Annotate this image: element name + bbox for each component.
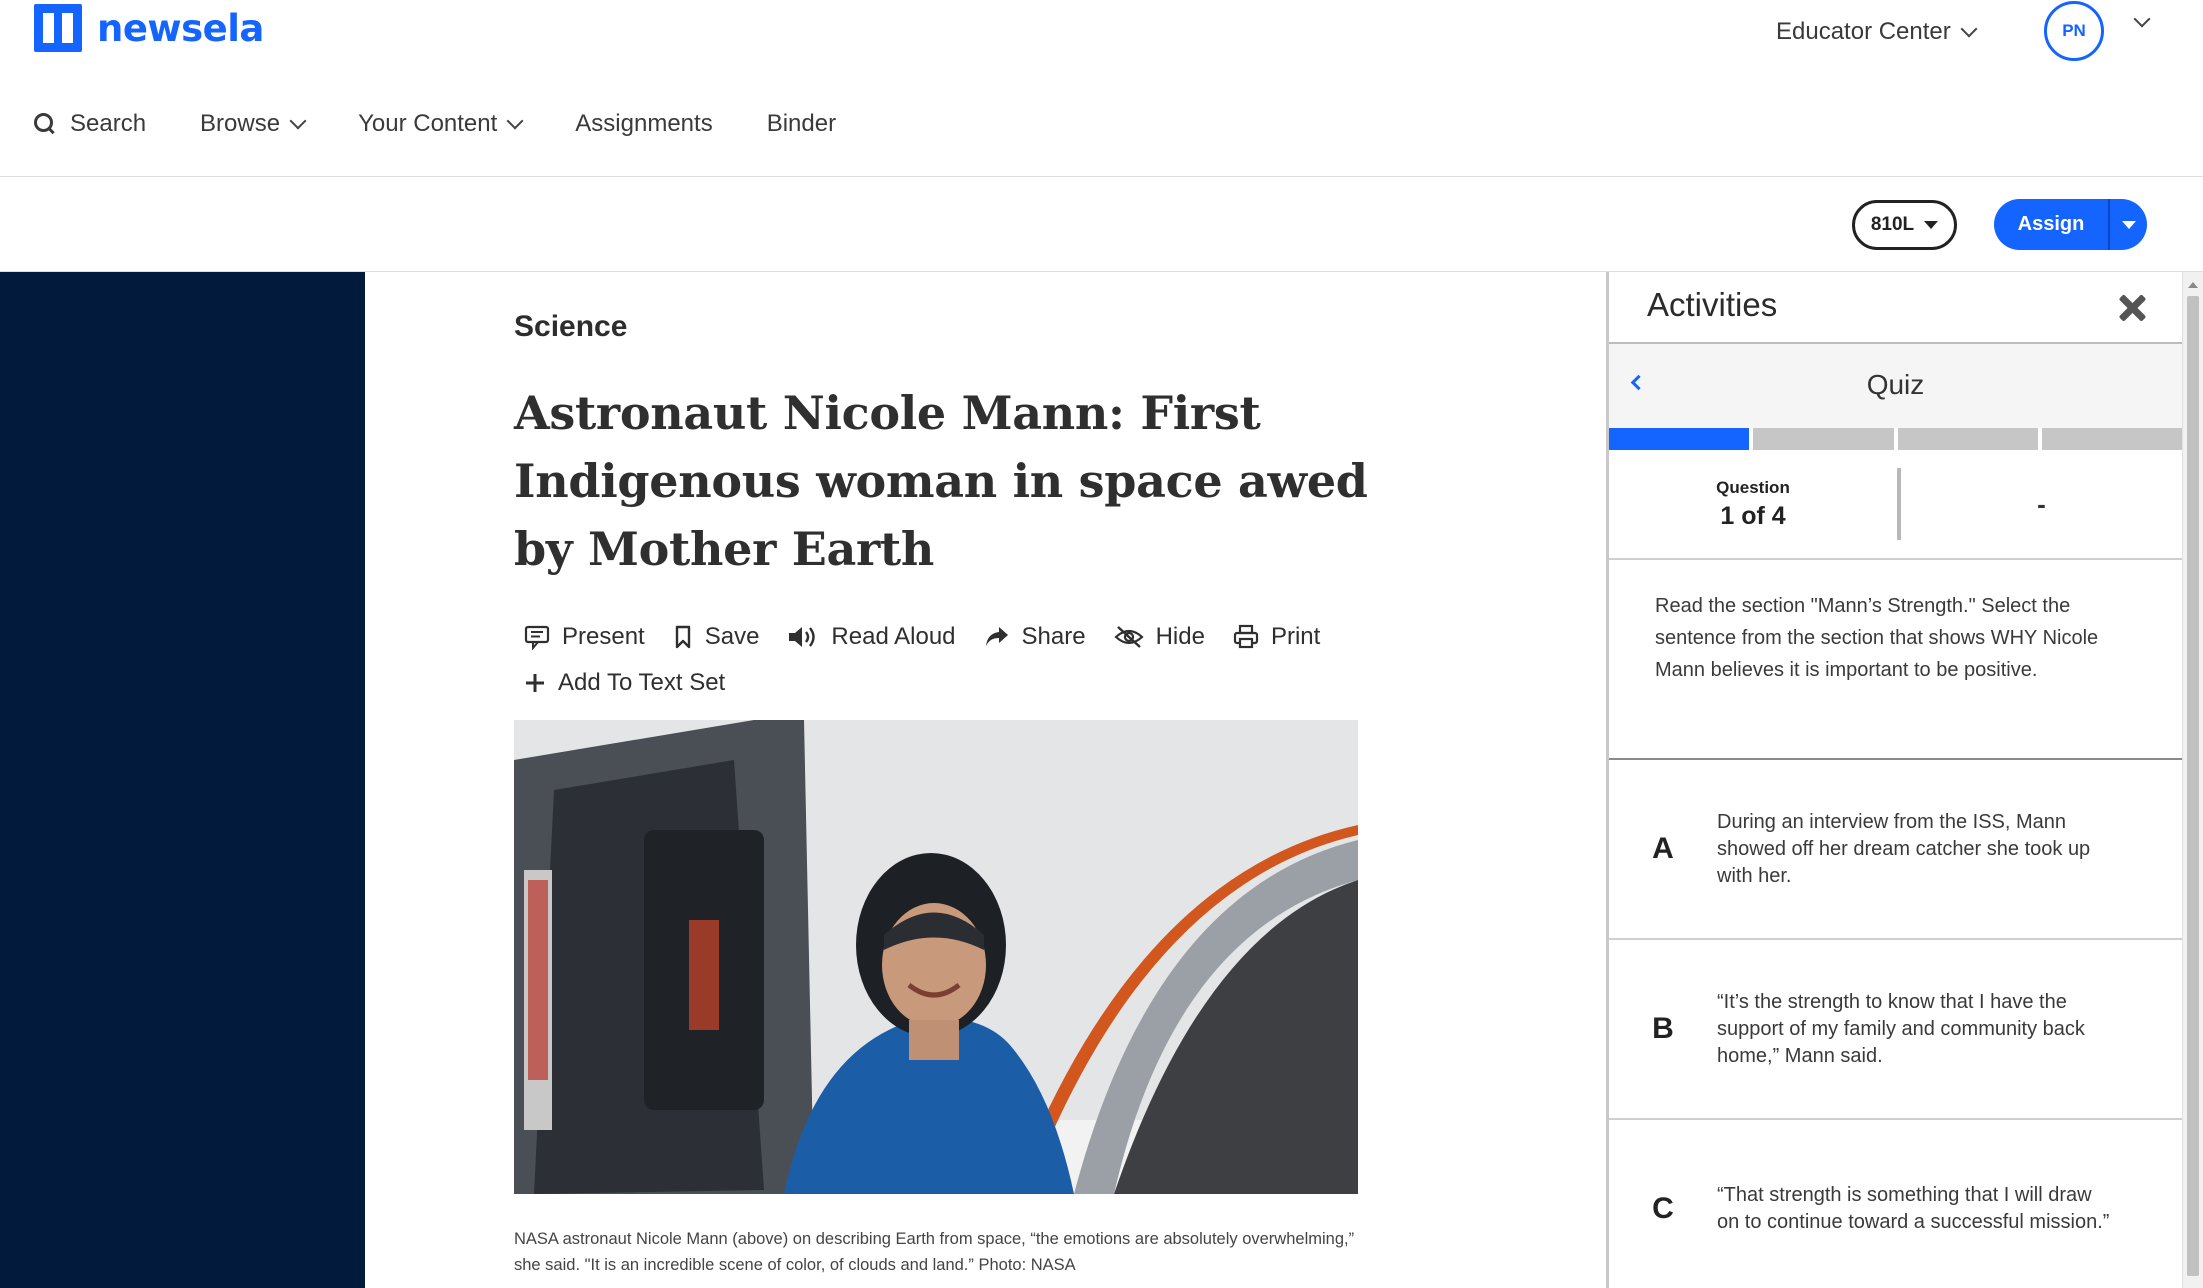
educator-center-menu[interactable]: Educator Center bbox=[1776, 14, 1978, 50]
article-toolbar: 810L Assign bbox=[0, 177, 2203, 272]
choice-letter: C bbox=[1652, 1192, 1674, 1225]
article-subject[interactable]: Science bbox=[514, 310, 627, 344]
nav-search-label: Search bbox=[70, 110, 147, 137]
avatar-initials: PN bbox=[2062, 21, 2086, 40]
quiz-header: Quiz bbox=[1609, 344, 2182, 428]
answer-choice-b[interactable]: B “It’s the strength to know that I have… bbox=[1609, 940, 2182, 1120]
nav-your-content-label: Your Content bbox=[358, 110, 498, 137]
nav-browse-label: Browse bbox=[200, 110, 281, 137]
quiz-progress-bar bbox=[1609, 428, 2182, 450]
present-button[interactable]: Present bbox=[524, 623, 645, 651]
question-meta: Question 1 of 4 - bbox=[1609, 450, 2182, 560]
brand-name: newsela bbox=[97, 6, 264, 50]
chevron-down-icon bbox=[506, 112, 524, 129]
assign-split-button: Assign bbox=[1994, 199, 2147, 250]
print-button[interactable]: Print bbox=[1233, 623, 1320, 651]
speaker-icon bbox=[789, 627, 816, 647]
chevron-down-icon bbox=[1960, 20, 1978, 37]
chevron-down-icon bbox=[289, 112, 307, 129]
answer-choice-c[interactable]: C “That strength is something that I wil… bbox=[1609, 1120, 2182, 1288]
present-label: Present bbox=[562, 623, 645, 650]
share-icon bbox=[985, 627, 1008, 646]
question-prompt: Read the section "Mann’s Strength." Sele… bbox=[1609, 560, 2182, 760]
close-icon[interactable] bbox=[2118, 294, 2146, 322]
add-to-text-set-label: Add To Text Set bbox=[558, 669, 726, 696]
choice-text: During an interview from the ISS, Mann s… bbox=[1717, 810, 2091, 887]
scroll-thumb[interactable] bbox=[2187, 296, 2199, 1276]
caret-down-icon bbox=[1924, 221, 1939, 229]
nav-binder-label: Binder bbox=[766, 110, 837, 137]
eye-slash-icon bbox=[1113, 626, 1144, 648]
question-number: 1 of 4 bbox=[1720, 501, 1786, 530]
article-photo bbox=[514, 720, 1358, 1194]
choice-text: “It’s the strength to know that I have t… bbox=[1717, 990, 2085, 1067]
progress-segment bbox=[1609, 428, 1750, 450]
score-placeholder: - bbox=[2037, 488, 2046, 519]
lexile-level-select[interactable]: 810L bbox=[1852, 200, 1957, 250]
progress-segment bbox=[1897, 428, 2038, 450]
nav-assignments[interactable]: Assignments bbox=[575, 110, 712, 138]
hide-button[interactable]: Hide bbox=[1113, 623, 1205, 651]
scroll-up-arrow-icon[interactable] bbox=[2188, 282, 2198, 288]
nav-browse[interactable]: Browse bbox=[200, 110, 307, 138]
answer-choice-a[interactable]: A During an interview from the ISS, Mann… bbox=[1609, 760, 2182, 940]
plus-icon bbox=[526, 674, 544, 692]
activities-header: Activities bbox=[1609, 272, 2182, 344]
nav-binder[interactable]: Binder bbox=[767, 110, 836, 138]
read-aloud-label: Read Aloud bbox=[831, 623, 956, 650]
choice-text: “That strength is something that I will … bbox=[1717, 1184, 2110, 1233]
choice-letter: A bbox=[1652, 832, 1674, 865]
nav-search[interactable]: Search bbox=[34, 110, 146, 138]
avatar-chevron-down-icon[interactable] bbox=[2133, 10, 2151, 28]
share-button[interactable]: Share bbox=[984, 623, 1086, 651]
main-nav: Search Browse Your Content Assignments B… bbox=[34, 104, 890, 144]
activities-scrollbar[interactable] bbox=[2182, 272, 2203, 1288]
astronaut-cockpit-photo bbox=[514, 720, 1358, 1194]
progress-segment bbox=[1753, 428, 1894, 450]
assign-dropdown-button[interactable] bbox=[2110, 220, 2147, 229]
hide-label: Hide bbox=[1155, 623, 1205, 650]
search-icon bbox=[34, 113, 56, 135]
caret-down-icon bbox=[2121, 220, 2136, 229]
question-counter: Question 1 of 4 bbox=[1609, 478, 1897, 531]
user-avatar[interactable]: PN bbox=[2044, 1, 2104, 61]
photo-caption: NASA astronaut Nicole Mann (above) on de… bbox=[514, 1230, 1355, 1274]
read-aloud-button[interactable]: Read Aloud bbox=[787, 623, 956, 651]
progress-segment bbox=[2041, 428, 2182, 450]
quiz-title: Quiz bbox=[1866, 369, 1925, 400]
add-to-text-set-button[interactable]: Add To Text Set bbox=[524, 669, 725, 697]
save-button[interactable]: Save bbox=[673, 623, 760, 651]
lexile-level-value: 810L bbox=[1870, 214, 1915, 235]
newsela-logo[interactable]: newsela bbox=[34, 4, 264, 52]
top-header: newsela Educator Center PN Search Browse… bbox=[0, 0, 2203, 177]
activities-title: Activities bbox=[1647, 286, 1778, 323]
nav-assignments-label: Assignments bbox=[575, 110, 713, 137]
assign-button[interactable]: Assign bbox=[1994, 213, 2108, 236]
share-label: Share bbox=[1021, 623, 1086, 650]
educator-center-label: Educator Center bbox=[1776, 18, 1951, 45]
save-label: Save bbox=[704, 623, 760, 650]
nav-your-content[interactable]: Your Content bbox=[358, 110, 524, 138]
article-actions: Present Save Read Aloud Share Hide Print bbox=[524, 614, 1424, 706]
printer-icon bbox=[1233, 624, 1259, 649]
newsela-logo-icon bbox=[34, 4, 82, 52]
article-headline: Astronaut Nicole Mann: First Indigenous … bbox=[514, 386, 1368, 576]
question-label: Question bbox=[1716, 477, 1790, 497]
choice-letter: B bbox=[1652, 1012, 1674, 1045]
left-sidebar-panel bbox=[0, 272, 365, 1288]
bookmark-icon bbox=[675, 625, 690, 649]
present-icon bbox=[524, 625, 550, 650]
activities-panel: Activities Quiz Question 1 of 4 - Read t… bbox=[1606, 272, 2182, 1288]
print-label: Print bbox=[1270, 623, 1321, 650]
